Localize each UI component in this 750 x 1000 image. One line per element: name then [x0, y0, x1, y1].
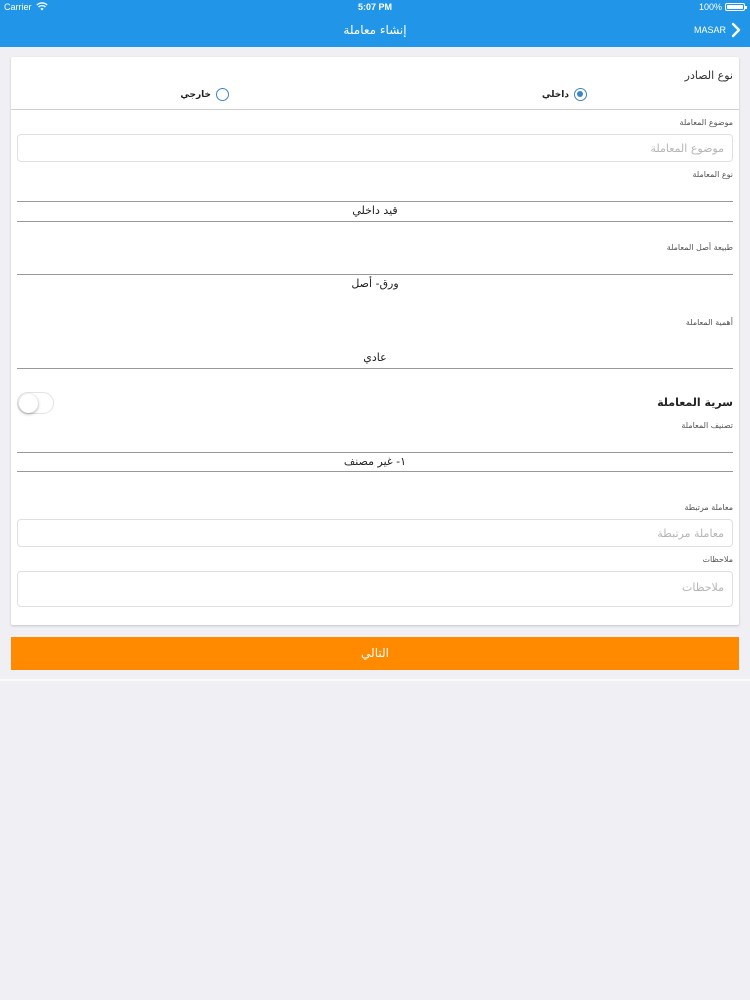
radio-unselected-icon	[216, 88, 229, 101]
divider	[0, 679, 750, 681]
transaction-type-label: نوع المعاملة	[692, 170, 733, 179]
divider	[11, 109, 739, 110]
confidentiality-toggle[interactable]	[17, 392, 54, 414]
classification-picker[interactable]: ١- غير مصنف	[17, 452, 733, 482]
original-nature-value: ورق- أصل	[351, 277, 399, 290]
navigation-bar: إنشاء معاملة MASAR	[0, 14, 750, 47]
next-button[interactable]: التالي	[11, 637, 739, 670]
back-button[interactable]: MASAR	[694, 20, 742, 40]
status-bar: Carrier 5:07 PM 100%	[0, 0, 750, 14]
radio-internal-label: داخلي	[542, 89, 569, 100]
picker-line	[17, 471, 733, 472]
classification-value: ١- غير مصنف	[343, 455, 407, 468]
back-label: MASAR	[693, 25, 726, 35]
confidentiality-label: سرية المعاملة	[657, 396, 733, 409]
radio-internal[interactable]: داخلي	[542, 88, 587, 101]
radio-external[interactable]: خارجي	[180, 88, 229, 101]
battery-icon	[725, 3, 747, 11]
classification-label: تصنيف المعاملة	[681, 421, 733, 430]
battery-percent: 100%	[698, 2, 722, 12]
notes-label: ملاحظات	[702, 555, 733, 564]
radio-external-label: خارجي	[180, 89, 211, 100]
subject-input[interactable]	[17, 134, 733, 162]
importance-value: عادي	[363, 351, 387, 364]
chevron-right-icon	[731, 22, 741, 38]
toggle-knob	[19, 394, 38, 413]
picker-line	[17, 274, 733, 275]
original-nature-label: طبيعة أصل المعاملة	[666, 243, 733, 252]
related-label: معاملة مرتبطة	[684, 503, 733, 512]
transaction-type-value: قيد داخلي	[352, 204, 398, 217]
picker-line	[17, 201, 733, 202]
importance-picker[interactable]: عادي	[17, 349, 733, 379]
transaction-form: نوع الصادر داخلي خارجي موضوع المعاملة نو…	[11, 57, 739, 625]
subject-label: موضوع المعاملة	[679, 118, 733, 127]
related-input[interactable]	[17, 519, 733, 547]
original-nature-picker[interactable]: ورق- أصل	[17, 274, 733, 304]
picker-line	[17, 221, 733, 222]
picker-line	[17, 452, 733, 453]
page-title: إنشاء معاملة	[343, 23, 407, 37]
issuer-type-label: نوع الصادر	[684, 69, 733, 82]
picker-line	[17, 368, 733, 369]
radio-selected-icon	[574, 88, 587, 101]
importance-label: أهمية المعاملة	[685, 318, 733, 327]
clock: 5:07 PM	[357, 2, 392, 12]
notes-input[interactable]	[17, 571, 733, 607]
transaction-type-picker[interactable]: قيد داخلي	[17, 201, 733, 231]
